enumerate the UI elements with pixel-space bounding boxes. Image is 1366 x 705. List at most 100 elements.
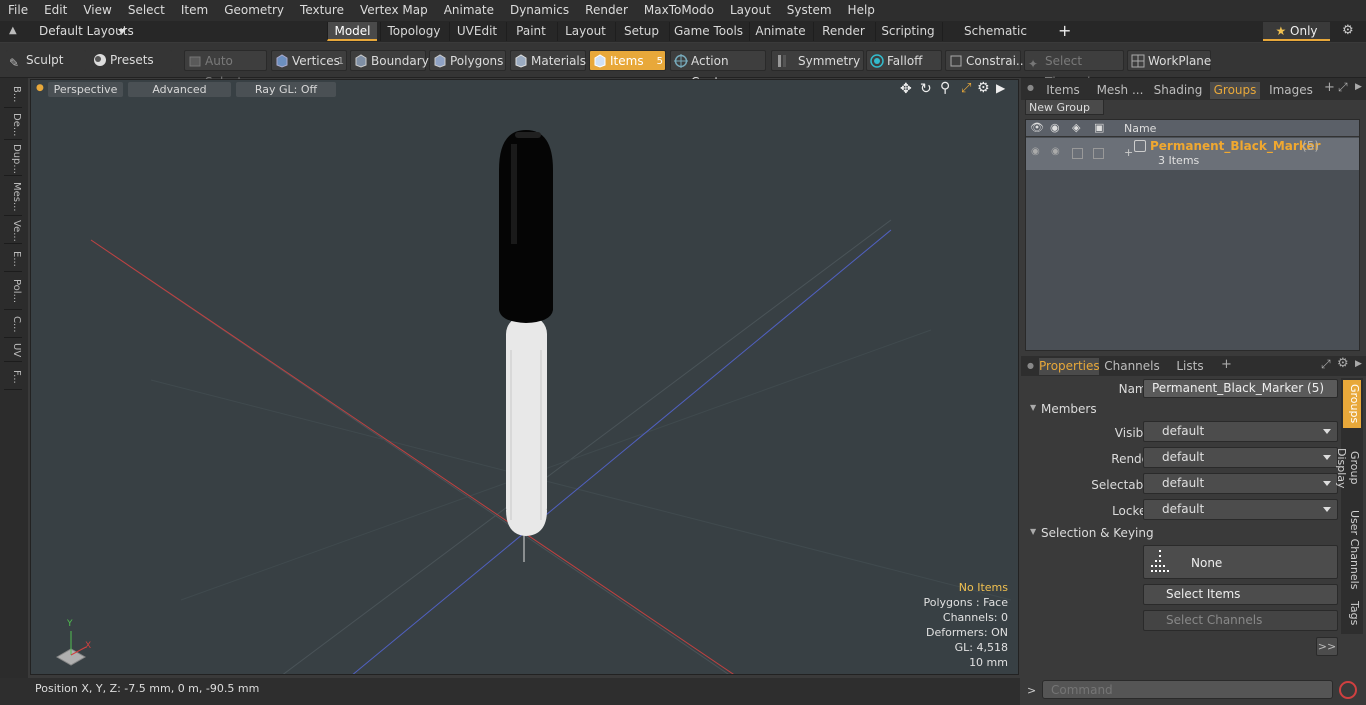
viewport-gear-icon[interactable]: ⚙ — [977, 80, 990, 96]
selectable-select[interactable]: default — [1143, 473, 1338, 494]
left-tab-2[interactable]: Dup... — [4, 142, 22, 176]
menu-file[interactable]: File — [0, 0, 36, 21]
visible-select[interactable]: default — [1143, 421, 1338, 442]
tab-paint[interactable]: Paint — [506, 22, 555, 41]
3d-viewport[interactable]: ● Perspective Advanced Ray GL: Off ✥ ↻ ⚲… — [30, 79, 1019, 675]
zoom-view-icon[interactable]: ⚲ — [940, 80, 950, 96]
menu-help[interactable]: Help — [840, 0, 883, 21]
command-input[interactable] — [1042, 680, 1333, 699]
panel-expand-icon[interactable]: ⤢ — [1338, 80, 1348, 95]
symmetry-button[interactable]: Symmetry — [771, 50, 864, 71]
raygl-button[interactable]: Ray GL: Off — [236, 82, 336, 97]
left-tab-9[interactable]: F... — [4, 364, 22, 390]
panel-tab-mesh[interactable]: Mesh ... — [1093, 82, 1147, 99]
tab-setup[interactable]: Setup — [615, 22, 667, 41]
select-channels-button[interactable]: Select Channels — [1143, 610, 1338, 631]
rotate-view-icon[interactable]: ↻ — [920, 81, 932, 97]
menu-view[interactable]: View — [75, 0, 119, 21]
row-eye-icon[interactable]: ◉ — [1031, 146, 1040, 157]
select-items-button[interactable]: Select Items — [1143, 584, 1338, 605]
group-row[interactable]: ◉ ◉ + Permanent_Black_Marker (5) 3 Items — [1026, 138, 1359, 170]
viewport-expand-icon[interactable]: ▶ — [996, 81, 1005, 95]
eye-icon[interactable]: 👁 — [1030, 121, 1044, 134]
left-tab-5[interactable]: E... — [4, 246, 22, 272]
new-group-button[interactable]: New Group — [1025, 99, 1104, 115]
tab-render[interactable]: Render — [813, 22, 873, 41]
menu-item[interactable]: Item — [173, 0, 216, 21]
props-menu-dot[interactable]: ● — [1027, 361, 1034, 370]
perspective-button[interactable]: Perspective — [48, 82, 123, 97]
render-select[interactable]: default — [1143, 447, 1338, 468]
side-tab-tags[interactable]: Tags — [1343, 596, 1361, 630]
props-arrow-icon[interactable]: ▶ — [1355, 359, 1362, 369]
panel-tab-images[interactable]: Images — [1264, 82, 1318, 99]
menu-edit[interactable]: Edit — [36, 0, 75, 21]
props-tab-properties[interactable]: Properties — [1039, 358, 1100, 375]
tab-schematic-fusion[interactable]: Schematic Fusion — [942, 22, 1048, 57]
panel-tab-shading[interactable]: Shading — [1151, 82, 1205, 99]
add-props-tab-icon[interactable]: + — [1221, 357, 1232, 372]
render-icon[interactable]: ◉ — [1050, 121, 1060, 134]
presets-button[interactable]: Presets — [90, 50, 172, 71]
sculpt-button[interactable]: ✎ Sculpt — [6, 50, 86, 71]
menu-vertex-map[interactable]: Vertex Map — [352, 0, 436, 21]
members-section[interactable]: ▼ Members — [1028, 402, 1340, 418]
left-tab-4[interactable]: Ve... — [4, 218, 22, 244]
auto-select-button[interactable]: Auto Select — [184, 50, 267, 89]
panel-tab-items[interactable]: Items — [1039, 82, 1087, 99]
name-field[interactable]: Permanent_Black_Marker (5) — [1143, 379, 1338, 398]
boundary-button[interactable]: Boundary — [350, 50, 429, 71]
row-select-checkbox[interactable] — [1072, 148, 1083, 159]
locked-select[interactable]: default — [1143, 499, 1338, 520]
side-tab-user-channels[interactable]: User Channels — [1343, 510, 1361, 590]
action-center-button[interactable]: Action Center — [670, 50, 766, 89]
falloff-button[interactable]: Falloff — [866, 50, 942, 71]
left-tab-1[interactable]: De... — [4, 110, 22, 140]
props-tab-channels[interactable]: Channels — [1103, 358, 1161, 375]
add-panel-tab-icon[interactable]: + — [1324, 80, 1335, 95]
menu-dynamics[interactable]: Dynamics — [502, 0, 577, 21]
tab-game-tools[interactable]: Game Tools — [669, 22, 747, 41]
left-tab-8[interactable]: UV — [4, 340, 22, 362]
add-tab-icon[interactable]: + — [1058, 21, 1071, 40]
viewport-menu-dot[interactable]: ● — [36, 83, 44, 93]
props-expand-icon[interactable]: ⤢ — [1321, 357, 1331, 372]
materials-button[interactable]: Materials — [510, 50, 586, 71]
layouts-arrow-icon[interactable]: ▲ — [9, 25, 19, 37]
props-tab-lists[interactable]: Lists — [1165, 358, 1215, 375]
menu-select[interactable]: Select — [120, 0, 173, 21]
panel-menu-dot[interactable]: ● — [1027, 83, 1034, 92]
props-gear-icon[interactable]: ⚙ — [1337, 356, 1349, 371]
left-tab-3[interactable]: Mes... — [4, 178, 22, 216]
menu-system[interactable]: System — [779, 0, 840, 21]
fit-view-icon[interactable]: ⤢ — [961, 81, 971, 96]
tab-animate[interactable]: Animate — [749, 22, 811, 41]
select-through-button[interactable]: ✦Select Through — [1024, 50, 1124, 89]
left-tab-7[interactable]: C... — [4, 312, 22, 338]
tab-uvedit[interactable]: UVEdit — [449, 22, 504, 41]
workplane-button[interactable]: WorkPlane — [1127, 50, 1211, 71]
more-button[interactable]: >> — [1316, 637, 1338, 656]
menu-texture[interactable]: Texture — [292, 0, 352, 21]
lock-icon[interactable]: ▣ — [1094, 121, 1104, 134]
move-view-icon[interactable]: ✥ — [900, 81, 912, 97]
items-button[interactable]: Items 5 — [589, 50, 666, 71]
row-lock-checkbox[interactable] — [1093, 148, 1104, 159]
left-tab-6[interactable]: Pol... — [4, 274, 22, 310]
menu-animate[interactable]: Animate — [436, 0, 502, 21]
only-button[interactable]: ★ Only — [1263, 22, 1330, 41]
tab-scripting[interactable]: Scripting — [875, 22, 940, 41]
panel-tab-groups[interactable]: Groups — [1210, 82, 1260, 99]
side-tab-group-display[interactable]: Group Display — [1335, 432, 1361, 504]
polygons-button[interactable]: Polygons — [429, 50, 506, 71]
select-icon[interactable]: ◈ — [1072, 121, 1080, 134]
constraints-button[interactable]: Constrai... — [945, 50, 1027, 71]
none-button[interactable]: None — [1143, 545, 1338, 579]
expand-plus-icon[interactable]: + — [1124, 146, 1133, 159]
gear-icon[interactable]: ⚙ — [1342, 23, 1354, 38]
tab-topology[interactable]: Topology — [380, 22, 447, 41]
selection-keying-section[interactable]: ▼ Selection & Keying — [1028, 526, 1340, 542]
panel-arrow-icon[interactable]: ▶ — [1355, 82, 1362, 92]
advanced-button[interactable]: Advanced — [128, 82, 231, 97]
left-tab-0[interactable]: B... — [4, 82, 22, 108]
